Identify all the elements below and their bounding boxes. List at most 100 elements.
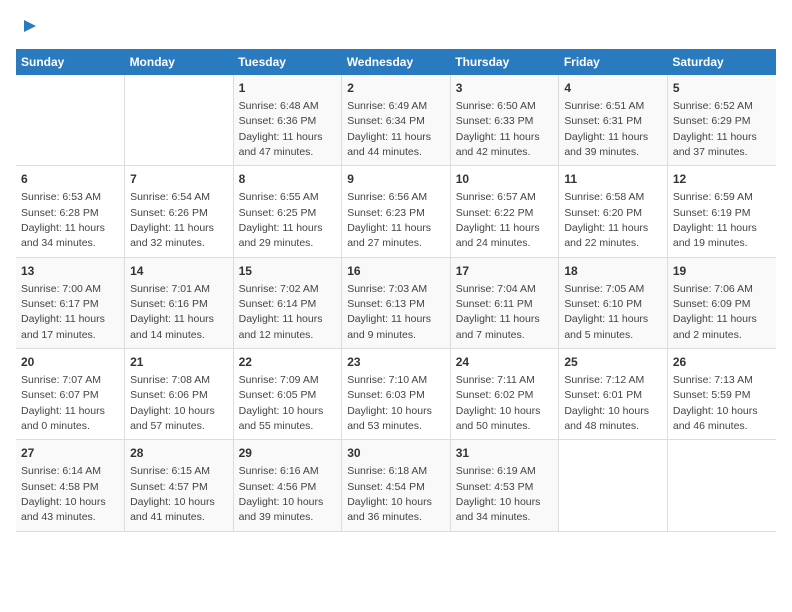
day-number: 12: [673, 171, 771, 188]
calendar-cell: [16, 75, 125, 166]
day-number: 19: [673, 263, 771, 280]
day-detail: Sunrise: 6:53 AM Sunset: 6:28 PM Dayligh…: [21, 191, 105, 249]
day-number: 9: [347, 171, 445, 188]
day-detail: Sunrise: 6:55 AM Sunset: 6:25 PM Dayligh…: [239, 191, 323, 249]
day-number: 24: [456, 354, 554, 371]
day-number: 25: [564, 354, 662, 371]
calendar-week-row: 6 Sunrise: 6:53 AM Sunset: 6:28 PM Daylig…: [16, 166, 776, 257]
day-number: 3: [456, 80, 554, 97]
day-detail: Sunrise: 6:49 AM Sunset: 6:34 PM Dayligh…: [347, 100, 431, 158]
day-number: 31: [456, 445, 554, 462]
calendar-week-row: 20 Sunrise: 7:07 AM Sunset: 6:07 PM Dayli…: [16, 349, 776, 440]
calendar-cell: 17 Sunrise: 7:04 AM Sunset: 6:11 PM Dayli…: [450, 257, 559, 348]
calendar-cell: 10 Sunrise: 6:57 AM Sunset: 6:22 PM Dayli…: [450, 166, 559, 257]
day-detail: Sunrise: 6:50 AM Sunset: 6:33 PM Dayligh…: [456, 100, 540, 158]
col-header-thursday: Thursday: [450, 49, 559, 75]
day-number: 8: [239, 171, 337, 188]
calendar-cell: 21Sunrise: 7:08 AM Sunset: 6:06 PM Dayli…: [125, 349, 234, 440]
day-detail: Sunrise: 7:01 AM Sunset: 6:16 PM Dayligh…: [130, 283, 214, 341]
calendar-week-row: 27 Sunrise: 6:14 AM Sunset: 4:58 PM Dayli…: [16, 440, 776, 531]
day-number: 4: [564, 80, 662, 97]
day-number: 29: [239, 445, 337, 462]
day-detail: Sunrise: 6:59 AM Sunset: 6:19 PM Dayligh…: [673, 191, 757, 249]
calendar-cell: 13 Sunrise: 7:00 AM Sunset: 6:17 PM Dayli…: [16, 257, 125, 348]
calendar-cell: 28 Sunrise: 6:15 AM Sunset: 4:57 PM Dayli…: [125, 440, 234, 531]
day-detail: Sunrise: 7:02 AM Sunset: 6:14 PM Dayligh…: [239, 283, 323, 341]
day-number: 27: [21, 445, 119, 462]
calendar-cell: 2 Sunrise: 6:49 AM Sunset: 6:34 PM Daylig…: [342, 75, 451, 166]
calendar-table: SundayMondayTuesdayWednesdayThursdayFrid…: [16, 49, 776, 532]
calendar-cell: 6 Sunrise: 6:53 AM Sunset: 6:28 PM Daylig…: [16, 166, 125, 257]
col-header-friday: Friday: [559, 49, 668, 75]
day-detail: Sunrise: 6:58 AM Sunset: 6:20 PM Dayligh…: [564, 191, 648, 249]
col-header-monday: Monday: [125, 49, 234, 75]
day-detail: Sunrise: 6:14 AM Sunset: 4:58 PM Dayligh…: [21, 465, 106, 523]
page-header: [16, 16, 776, 37]
day-detail: Sunrise: 6:15 AM Sunset: 4:57 PM Dayligh…: [130, 465, 215, 523]
day-detail: Sunrise: 6:16 AM Sunset: 4:56 PM Dayligh…: [239, 465, 324, 523]
calendar-header-row: SundayMondayTuesdayWednesdayThursdayFrid…: [16, 49, 776, 75]
calendar-cell: 3 Sunrise: 6:50 AM Sunset: 6:33 PM Daylig…: [450, 75, 559, 166]
day-number: 14: [130, 263, 228, 280]
calendar-cell: 20 Sunrise: 7:07 AM Sunset: 6:07 PM Dayli…: [16, 349, 125, 440]
day-detail: Sunrise: 7:13 AM Sunset: 5:59 PM Dayligh…: [673, 374, 758, 432]
day-detail: Sunrise: 7:06 AM Sunset: 6:09 PM Dayligh…: [673, 283, 757, 341]
day-detail: Sunrise: 7:11 AM Sunset: 6:02 PM Dayligh…: [456, 374, 541, 432]
day-detail: Sunrise: 7:10 AM Sunset: 6:03 PM Dayligh…: [347, 374, 432, 432]
day-detail: Sunrise: 7:05 AM Sunset: 6:10 PM Dayligh…: [564, 283, 648, 341]
day-detail: Sunrise: 6:57 AM Sunset: 6:22 PM Dayligh…: [456, 191, 540, 249]
col-header-tuesday: Tuesday: [233, 49, 342, 75]
logo-arrow-icon: [20, 16, 40, 36]
day-detail: Sunrise: 7:04 AM Sunset: 6:11 PM Dayligh…: [456, 283, 540, 341]
day-detail: Sunrise: 7:00 AM Sunset: 6:17 PM Dayligh…: [21, 283, 105, 341]
col-header-wednesday: Wednesday: [342, 49, 451, 75]
day-detail: Sunrise: 6:54 AM Sunset: 6:26 PM Dayligh…: [130, 191, 214, 249]
day-number: 18: [564, 263, 662, 280]
day-detail: Sunrise: 7:03 AM Sunset: 6:13 PM Dayligh…: [347, 283, 431, 341]
calendar-cell: [559, 440, 668, 531]
day-detail: Sunrise: 6:48 AM Sunset: 6:36 PM Dayligh…: [239, 100, 323, 158]
calendar-cell: 30 Sunrise: 6:18 AM Sunset: 4:54 PM Dayli…: [342, 440, 451, 531]
calendar-cell: 31 Sunrise: 6:19 AM Sunset: 4:53 PM Dayli…: [450, 440, 559, 531]
calendar-cell: 26 Sunrise: 7:13 AM Sunset: 5:59 PM Dayli…: [667, 349, 776, 440]
calendar-cell: 23 Sunrise: 7:10 AM Sunset: 6:03 PM Dayli…: [342, 349, 451, 440]
day-number: 26: [673, 354, 771, 371]
calendar-cell: 11 Sunrise: 6:58 AM Sunset: 6:20 PM Dayli…: [559, 166, 668, 257]
day-number: 16: [347, 263, 445, 280]
day-detail: Sunrise: 7:09 AM Sunset: 6:05 PM Dayligh…: [239, 374, 324, 432]
day-number: 21: [130, 354, 228, 371]
calendar-cell: 7 Sunrise: 6:54 AM Sunset: 6:26 PM Daylig…: [125, 166, 234, 257]
day-number: 15: [239, 263, 337, 280]
calendar-cell: 9 Sunrise: 6:56 AM Sunset: 6:23 PM Daylig…: [342, 166, 451, 257]
day-detail: Sunrise: 6:51 AM Sunset: 6:31 PM Dayligh…: [564, 100, 648, 158]
calendar-week-row: 1Sunrise: 6:48 AM Sunset: 6:36 PM Daylig…: [16, 75, 776, 166]
day-detail: Sunrise: 6:56 AM Sunset: 6:23 PM Dayligh…: [347, 191, 431, 249]
calendar-cell: 12 Sunrise: 6:59 AM Sunset: 6:19 PM Dayli…: [667, 166, 776, 257]
calendar-cell: 24 Sunrise: 7:11 AM Sunset: 6:02 PM Dayli…: [450, 349, 559, 440]
day-number: 30: [347, 445, 445, 462]
day-number: 7: [130, 171, 228, 188]
day-number: 6: [21, 171, 119, 188]
logo: [16, 16, 40, 37]
calendar-week-row: 13 Sunrise: 7:00 AM Sunset: 6:17 PM Dayli…: [16, 257, 776, 348]
calendar-cell: 27 Sunrise: 6:14 AM Sunset: 4:58 PM Dayli…: [16, 440, 125, 531]
day-detail: Sunrise: 6:19 AM Sunset: 4:53 PM Dayligh…: [456, 465, 541, 523]
calendar-cell: [125, 75, 234, 166]
calendar-cell: 5 Sunrise: 6:52 AM Sunset: 6:29 PM Daylig…: [667, 75, 776, 166]
day-number: 10: [456, 171, 554, 188]
day-number: 2: [347, 80, 445, 97]
day-number: 28: [130, 445, 228, 462]
day-detail: Sunrise: 7:07 AM Sunset: 6:07 PM Dayligh…: [21, 374, 105, 432]
day-number: 17: [456, 263, 554, 280]
day-detail: Sunrise: 6:52 AM Sunset: 6:29 PM Dayligh…: [673, 100, 757, 158]
calendar-cell: 25Sunrise: 7:12 AM Sunset: 6:01 PM Dayli…: [559, 349, 668, 440]
day-detail: Sunrise: 6:18 AM Sunset: 4:54 PM Dayligh…: [347, 465, 432, 523]
day-number: 20: [21, 354, 119, 371]
calendar-cell: 22Sunrise: 7:09 AM Sunset: 6:05 PM Dayli…: [233, 349, 342, 440]
day-number: 13: [21, 263, 119, 280]
calendar-cell: 18 Sunrise: 7:05 AM Sunset: 6:10 PM Dayli…: [559, 257, 668, 348]
calendar-cell: 4 Sunrise: 6:51 AM Sunset: 6:31 PM Daylig…: [559, 75, 668, 166]
day-number: 23: [347, 354, 445, 371]
day-number: 11: [564, 171, 662, 188]
day-number: 5: [673, 80, 771, 97]
